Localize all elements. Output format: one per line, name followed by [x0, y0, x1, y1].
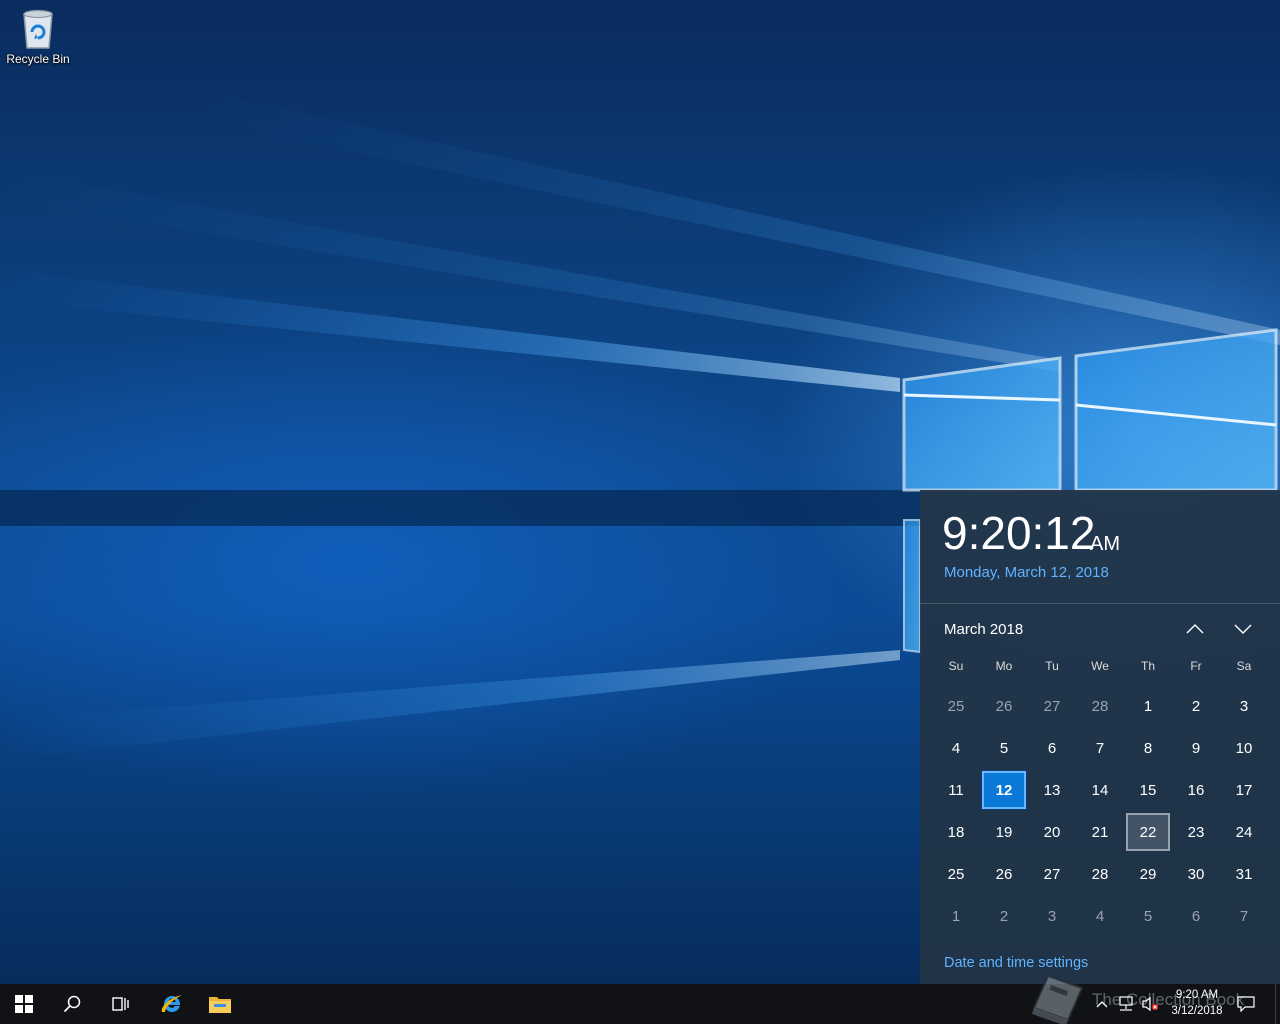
calendar-day[interactable]: 30 [1174, 855, 1218, 893]
search-button[interactable] [48, 984, 96, 1024]
clock-calendar-flyout: 9:20:12 AM Monday, March 12, 2018 March … [920, 490, 1280, 984]
internet-explorer-button[interactable] [148, 984, 196, 1024]
clock-ampm: AM [1090, 533, 1120, 555]
calendar-day[interactable]: 27 [1030, 687, 1074, 725]
calendar-day[interactable]: 5 [1126, 897, 1170, 935]
taskbar-time: 9:20 AM [1175, 989, 1219, 1001]
recycle-bin-shortcut[interactable]: Recycle Bin [6, 6, 70, 76]
calendar-day[interactable]: 5 [982, 729, 1026, 767]
calendar-day[interactable]: 11 [934, 771, 978, 809]
weekday-label: Tu [1045, 659, 1059, 673]
chevron-up-icon [1186, 624, 1204, 634]
calendar-day[interactable]: 13 [1030, 771, 1074, 809]
calendar-day[interactable]: 19 [982, 813, 1026, 851]
calendar-day[interactable]: 22 [1126, 813, 1170, 851]
search-icon [63, 995, 81, 1013]
calendar-day[interactable]: 10 [1222, 729, 1266, 767]
previous-month-button[interactable] [1181, 615, 1209, 643]
weekday-label: Th [1140, 659, 1155, 673]
chevron-down-icon [1234, 624, 1252, 634]
taskbar-clock[interactable]: 9:20 AM 3/12/2018 [1166, 987, 1228, 1019]
weekday-header: Su Mo Tu We Th Fr Sa [932, 659, 1268, 673]
calendar-day[interactable]: 17 [1222, 771, 1266, 809]
weekday-label: Sa [1236, 659, 1252, 673]
calendar-day[interactable]: 23 [1174, 813, 1218, 851]
calendar-grid: 25 26 27 28 1 2 3 4 5 6 7 8 9 10 11 12 13 14 15 16 17 18 19 20 2… [932, 685, 1268, 937]
start-icon [15, 995, 33, 1013]
calendar-day[interactable]: 28 [1078, 687, 1122, 725]
calendar-day[interactable]: 24 [1222, 813, 1266, 851]
next-month-button[interactable] [1229, 615, 1257, 643]
recycle-bin-icon [23, 9, 53, 49]
recycle-bin-label: Recycle Bin [6, 52, 70, 66]
calendar-day[interactable]: 2 [1174, 687, 1218, 725]
calendar-day[interactable]: 18 [934, 813, 978, 851]
calendar-day[interactable]: 26 [982, 687, 1026, 725]
clock-time: 9:20:12 [942, 507, 1096, 559]
desktop: Recycle Bin 9:20:12 AM Monday, March 12,… [0, 0, 1280, 1024]
book-watermark-icon [1032, 974, 1084, 1024]
file-explorer-button[interactable] [196, 984, 244, 1024]
calendar-day[interactable]: 26 [982, 855, 1026, 893]
calendar-day[interactable]: 16 [1174, 771, 1218, 809]
weekday-label: Mo [995, 659, 1013, 673]
calendar-day[interactable]: 4 [1078, 897, 1122, 935]
calendar-day[interactable]: 6 [1030, 729, 1074, 767]
task-view-icon [112, 997, 129, 1011]
month-year-label[interactable]: March 2018 [944, 621, 1023, 638]
volume-button[interactable] [1140, 994, 1160, 1014]
network-button[interactable] [1116, 994, 1136, 1014]
long-date-link[interactable]: Monday, March 12, 2018 [944, 564, 1109, 581]
show-desktop-button[interactable] [1275, 984, 1280, 1024]
notifications-icon [1237, 996, 1255, 1012]
task-view-button[interactable] [96, 984, 144, 1024]
calendar-day-today[interactable]: 12 [981, 770, 1027, 810]
calendar-day[interactable]: 1 [1126, 687, 1170, 725]
calendar-day[interactable]: 1 [934, 897, 978, 935]
internet-explorer-icon [161, 995, 182, 1012]
clock-header: 9:20:12 AM Monday, March 12, 2018 [920, 490, 1280, 604]
calendar-day[interactable]: 20 [1030, 813, 1074, 851]
file-explorer-icon [209, 997, 231, 1013]
start-button[interactable] [0, 984, 48, 1024]
calendar-day[interactable]: 7 [1222, 897, 1266, 935]
calendar-day[interactable]: 29 [1126, 855, 1170, 893]
volume-muted-icon [1142, 996, 1159, 1012]
calendar-day[interactable]: 21 [1078, 813, 1122, 851]
calendar-day[interactable]: 25 [934, 855, 978, 893]
calendar-day[interactable]: 4 [934, 729, 978, 767]
taskbar-date: 3/12/2018 [1171, 1005, 1223, 1017]
taskbar: The Collection Book 9:20 AM 3/12/2018 [0, 974, 1280, 1024]
weekday-label: Fr [1190, 659, 1202, 673]
chevron-up-icon [1096, 1001, 1108, 1008]
date-time-settings-link[interactable]: Date and time settings [944, 955, 1088, 971]
weekday-label: We [1091, 659, 1109, 673]
network-icon [1119, 996, 1133, 1011]
calendar-day[interactable]: 2 [982, 897, 1026, 935]
show-hidden-icons-button[interactable] [1092, 994, 1112, 1014]
calendar-day[interactable]: 28 [1078, 855, 1122, 893]
calendar-day[interactable]: 8 [1126, 729, 1170, 767]
calendar-day[interactable]: 3 [1030, 897, 1074, 935]
calendar-day[interactable]: 25 [934, 687, 978, 725]
calendar-day[interactable]: 7 [1078, 729, 1122, 767]
action-center-button[interactable] [1236, 994, 1256, 1014]
calendar-day[interactable]: 6 [1174, 897, 1218, 935]
calendar-day[interactable]: 15 [1126, 771, 1170, 809]
weekday-label: Su [948, 659, 964, 673]
calendar-day[interactable]: 9 [1174, 729, 1218, 767]
calendar-day[interactable]: 14 [1078, 771, 1122, 809]
calendar-day[interactable]: 31 [1222, 855, 1266, 893]
calendar-day[interactable]: 3 [1222, 687, 1266, 725]
calendar-day[interactable]: 27 [1030, 855, 1074, 893]
